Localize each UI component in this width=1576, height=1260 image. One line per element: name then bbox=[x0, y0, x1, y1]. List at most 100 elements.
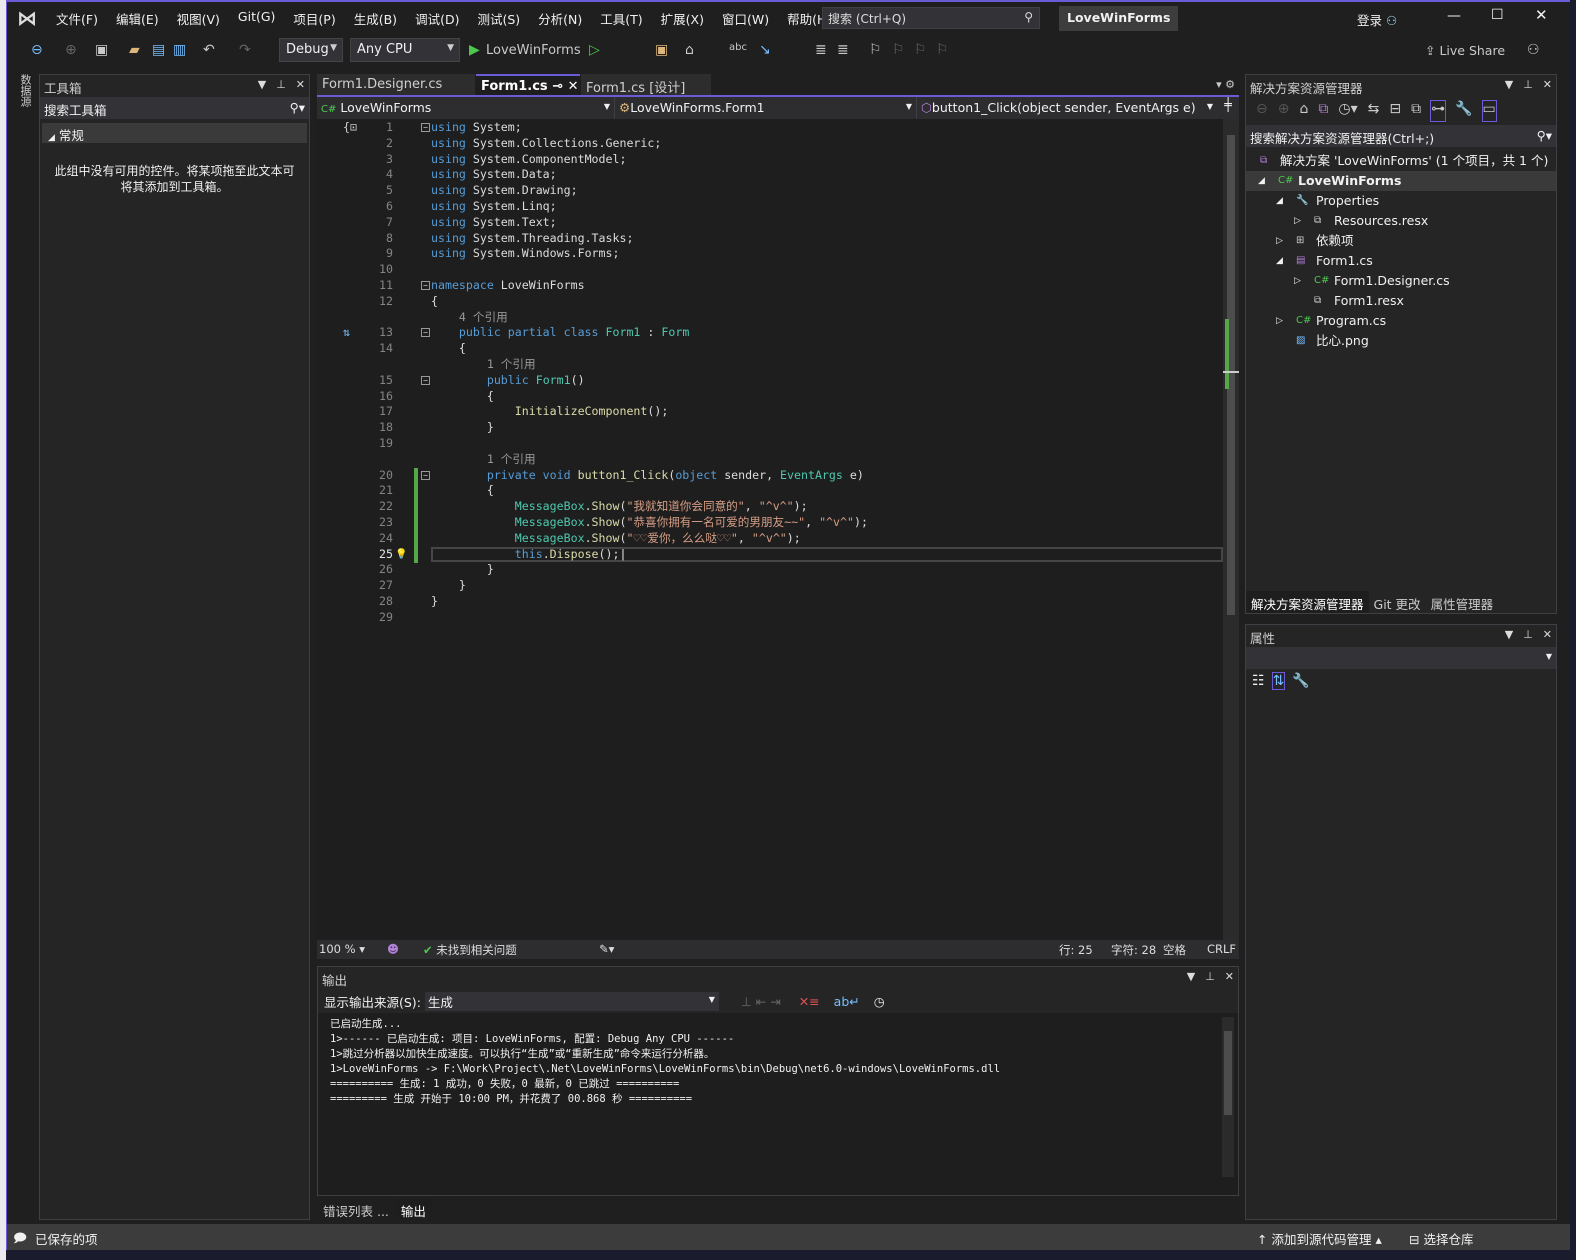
issues-indicator[interactable]: ✔ 未找到相关问题 bbox=[423, 942, 517, 958]
split-icon[interactable]: ╪ bbox=[1217, 97, 1239, 119]
tree-item[interactable]: ▷ ⧉ Resources.resx bbox=[1246, 211, 1556, 231]
tab-form1-designer-cs[interactable]: Form1.Designer.cs bbox=[317, 74, 475, 96]
undo-icon[interactable]: ↶ bbox=[203, 42, 215, 58]
menu-item[interactable]: 分析(N) bbox=[529, 9, 591, 28]
pin-icon[interactable]: ⊥ bbox=[1523, 628, 1533, 644]
notification-icon[interactable]: 🗩 bbox=[13, 1229, 27, 1250]
minimize-button[interactable]: — bbox=[1447, 8, 1461, 24]
settings-icon[interactable]: ▾ ⚙ bbox=[1216, 78, 1235, 91]
spell-check-icon[interactable]: abc bbox=[729, 42, 747, 53]
expander-icon[interactable]: ▷ bbox=[1276, 231, 1283, 251]
project-dropdown[interactable]: C# LoveWinForms ▼ bbox=[317, 97, 615, 119]
tree-item[interactable]: ▷ ⊞ 依赖项 bbox=[1246, 231, 1556, 251]
toolbox-search[interactable]: 搜索工具箱 ⚲▾ bbox=[40, 97, 309, 119]
zoom-select[interactable]: 100 % ▾ bbox=[319, 942, 365, 956]
tree-item[interactable]: ◢ ▤ Form1.cs bbox=[1246, 251, 1556, 271]
menu-item[interactable]: 生成(B) bbox=[345, 9, 406, 28]
prev-bookmark-icon[interactable]: ⚐ bbox=[892, 42, 905, 58]
forward-icon[interactable]: ⊕ bbox=[1278, 101, 1290, 121]
menu-item[interactable]: 项目(P) bbox=[284, 9, 344, 28]
start-button[interactable]: LoveWinForms bbox=[486, 43, 581, 58]
properties-object-select[interactable]: ▼ bbox=[1246, 647, 1556, 669]
next-bookmark-icon[interactable]: ⚐ bbox=[914, 42, 927, 58]
forward-icon[interactable]: ⊕ bbox=[65, 42, 77, 58]
expander-icon[interactable]: ▷ bbox=[1294, 271, 1301, 291]
save-icon[interactable]: ▤ bbox=[152, 42, 165, 58]
output-tab[interactable]: 输出 bbox=[394, 1198, 432, 1220]
show-all-files-icon[interactable]: ⧉ bbox=[1411, 101, 1421, 121]
solution-tab[interactable]: 属性管理器 bbox=[1426, 591, 1499, 613]
switch-views-icon[interactable]: ⧉ bbox=[1318, 101, 1328, 121]
code-editor-bg[interactable] bbox=[317, 119, 1223, 940]
properties-wrench-icon[interactable]: 🔧 bbox=[1455, 101, 1472, 121]
timestamp-icon[interactable]: ◷ bbox=[874, 994, 885, 1009]
pin-icon[interactable]: ⊥ bbox=[276, 78, 286, 94]
close-icon[interactable]: ✕ bbox=[1543, 78, 1552, 94]
menu-item[interactable]: 编辑(E) bbox=[107, 9, 168, 28]
menu-item[interactable]: 文件(F) bbox=[47, 9, 107, 28]
menu-item[interactable]: Git(G) bbox=[229, 9, 285, 28]
menu-item[interactable]: 调试(D) bbox=[406, 9, 468, 28]
track-active-icon[interactable]: ⊶ bbox=[1430, 100, 1447, 122]
redo-icon[interactable]: ↷ bbox=[239, 42, 251, 58]
step-icon[interactable]: ↘ bbox=[759, 42, 771, 58]
tree-item[interactable]: ⧉ Form1.resx bbox=[1246, 291, 1556, 311]
solution-tab[interactable]: 解决方案资源管理器 bbox=[1246, 591, 1369, 613]
pin-icon[interactable]: ⊸ bbox=[548, 79, 568, 94]
tab-form1-cs[interactable]: Form1.cs ⊸ ✕ bbox=[476, 74, 580, 96]
new-project-icon[interactable]: ▣ bbox=[95, 42, 108, 58]
back-icon[interactable]: ⊖ bbox=[31, 42, 43, 58]
menu-item[interactable]: 视图(V) bbox=[168, 9, 229, 28]
feedback-icon[interactable]: ⚇ bbox=[1527, 42, 1540, 58]
configuration-select[interactable]: Debug ▼ bbox=[279, 38, 343, 62]
close-icon[interactable]: ✕ bbox=[1543, 628, 1552, 644]
close-icon[interactable]: ✕ bbox=[296, 78, 305, 94]
menu-item[interactable]: 测试(S) bbox=[468, 9, 529, 28]
data-sources-tab[interactable]: 数据源 bbox=[15, 74, 33, 107]
code-cleanup-icon[interactable]: ✎▾ bbox=[599, 942, 614, 956]
expander-icon[interactable]: ◢ bbox=[1276, 191, 1283, 211]
solution-tab[interactable]: Git 更改 bbox=[1369, 591, 1426, 613]
expander-icon[interactable]: ▷ bbox=[1276, 311, 1283, 331]
dropdown-icon[interactable]: ▼ bbox=[1505, 628, 1513, 644]
toolbox-group-general[interactable]: ◢ 常规 bbox=[42, 123, 307, 143]
output-scrollbar[interactable] bbox=[1222, 1017, 1234, 1177]
dropdown-icon[interactable]: ▼ bbox=[1187, 970, 1195, 986]
tree-item[interactable]: ▷ C# Program.cs bbox=[1246, 311, 1556, 331]
folder-search-icon[interactable]: ▣ bbox=[655, 42, 668, 58]
line-indicator[interactable]: 行: 25 bbox=[1059, 942, 1093, 958]
tree-item[interactable]: ▷ C# Form1.Designer.cs bbox=[1246, 271, 1556, 291]
close-window-button[interactable]: ✕ bbox=[1535, 6, 1548, 24]
close-tab-icon[interactable]: ✕ bbox=[568, 79, 579, 94]
dropdown-icon[interactable]: ▼ bbox=[1505, 78, 1513, 94]
collapse-all-icon[interactable]: ⊟ bbox=[1389, 101, 1401, 121]
member-dropdown[interactable]: ⬡button1_Click(object sender, EventArgs … bbox=[917, 97, 1217, 119]
add-to-source-control-button[interactable]: ↑ 添加到源代码管理 ▴ bbox=[1257, 1229, 1382, 1248]
clear-all-icon[interactable]: ✕≡ bbox=[799, 994, 820, 1009]
clear-bookmarks-icon[interactable]: ⚐ bbox=[936, 42, 949, 58]
close-icon[interactable]: ✕ bbox=[1225, 970, 1234, 986]
tree-item[interactable]: ◢ 🔧 Properties bbox=[1246, 191, 1556, 211]
search-box[interactable]: 搜索 (Ctrl+Q) ⚲ bbox=[822, 7, 1040, 29]
home-icon[interactable]: ⌂ bbox=[1299, 101, 1308, 121]
sync-icon[interactable]: ⇆ bbox=[1368, 101, 1380, 121]
save-all-icon[interactable]: ▥ bbox=[173, 42, 186, 58]
word-wrap-icon[interactable]: ab↵ bbox=[834, 994, 860, 1009]
line-ending-indicator[interactable]: CRLF bbox=[1207, 942, 1236, 956]
dropdown-icon[interactable]: ▼ bbox=[258, 78, 266, 94]
select-repository-button[interactable]: ⊟ 选择仓库 bbox=[1409, 1229, 1473, 1248]
output-text[interactable]: 已启动生成... 1>------ 已启动生成: 项目: LoveWinForms… bbox=[318, 1013, 1238, 1111]
pending-changes-icon[interactable]: ◷▾ bbox=[1338, 101, 1357, 121]
goto-error-icon[interactable]: ⊥ ⇤ ⇥ bbox=[741, 994, 781, 1009]
vertical-scrollbar[interactable] bbox=[1223, 119, 1239, 940]
start-without-debug-icon[interactable]: ▷ bbox=[589, 42, 600, 58]
whitespace-indicator[interactable]: 空格 bbox=[1163, 942, 1186, 958]
tree-item[interactable]: ⧉ 解决方案 'LoveWinForms' (1 个项目，共 1 个) bbox=[1246, 151, 1556, 171]
tab-form1-cs-[interactable]: Form1.cs [设计] bbox=[581, 74, 711, 96]
pin-icon[interactable]: ⊥ bbox=[1523, 78, 1533, 94]
solution-search[interactable]: 搜索解决方案资源管理器(Ctrl+;) ⚲▾ bbox=[1246, 125, 1556, 147]
class-dropdown[interactable]: ⚙LoveWinForms.Form1 ▼ bbox=[615, 97, 917, 119]
bookmark-icon[interactable]: ⚐ bbox=[869, 42, 882, 58]
comment-icon[interactable]: ≣ bbox=[815, 42, 827, 58]
categorized-icon[interactable]: ☷ bbox=[1252, 673, 1265, 689]
